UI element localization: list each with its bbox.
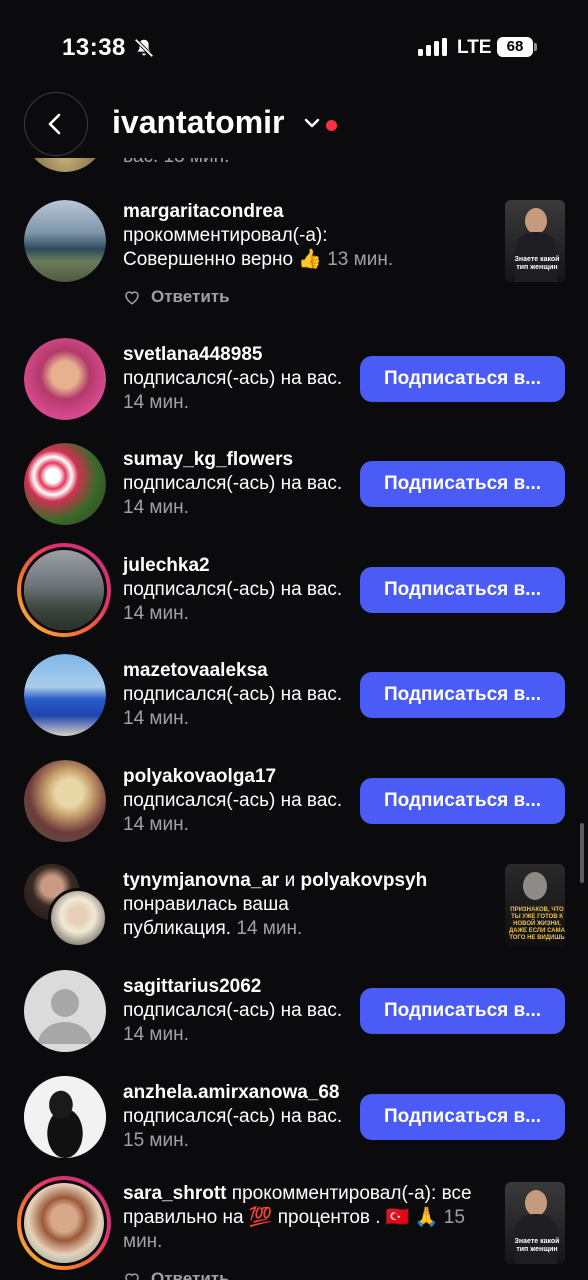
notification-text: julechka2 подписался(-ась) на вас. 14 ми… [123, 554, 348, 626]
avatar[interactable] [24, 158, 106, 172]
follow-back-button[interactable]: Подписаться в... [360, 1094, 565, 1140]
notification-text: sagittarius2062 подписался(-ась) на вас.… [123, 975, 348, 1047]
heart-icon[interactable] [123, 1270, 141, 1280]
follow-back-button[interactable]: Подписаться в... [360, 356, 565, 402]
notification-text: polyakovaolga17 подписался(-ась) на вас.… [123, 765, 348, 837]
post-thumbnail[interactable]: ПРИЗНАКОВ, ЧТО ТЫ УЖЕ ГОТОВ К НОВОЙ ЖИЗН… [505, 864, 565, 946]
time-ago: 14 мин. [236, 918, 303, 939]
network-type: LTE [457, 37, 492, 58]
avatar[interactable] [24, 970, 106, 1052]
thumb-caption: ПРИЗНАКОВ, ЧТО ТЫ УЖЕ ГОТОВ К НОВОЙ ЖИЗН… [509, 907, 565, 941]
post-thumbnail[interactable]: Знаете какой тип женщин [505, 200, 565, 282]
action-text: подписался(-ась) на вас. [123, 368, 343, 389]
notification-text: tynymjanovna_ar и polyakovpsyh понравила… [123, 869, 463, 941]
time-ago: 14 мин. [123, 603, 189, 624]
avatar[interactable] [24, 338, 106, 420]
notification-text: sumay_kg_flowers подписался(-ась) на вас… [123, 448, 348, 520]
reply-row[interactable]: Ответить [123, 1269, 230, 1280]
action-text: подписался(-ась) на вас. [123, 684, 343, 705]
reply-button[interactable]: Ответить [151, 1269, 230, 1280]
avatar[interactable] [24, 760, 106, 842]
follow-back-button[interactable]: Подписаться в... [360, 672, 565, 718]
notification-text: вас. 13 мин. [123, 158, 348, 169]
back-button[interactable] [24, 92, 88, 156]
status-bar: 13:38 LTE 68 [0, 0, 588, 92]
avatar[interactable] [24, 1076, 106, 1158]
action-text: подписался(-ась) на вас. [123, 579, 343, 600]
username[interactable]: polyakovaolga17 [123, 765, 348, 789]
username[interactable]: sara_shrott [123, 1183, 227, 1204]
follow-back-button[interactable]: Подписаться в... [360, 778, 565, 824]
thumb-caption: Знаете какой тип женщин [514, 1238, 560, 1253]
username[interactable]: tynymjanovna_ar [123, 870, 279, 891]
stacked-avatars[interactable] [24, 864, 108, 948]
username[interactable]: sagittarius2062 [123, 975, 348, 999]
comment-text: Совершенно верно 👍 [123, 249, 322, 270]
post-thumbnail[interactable]: Знаете какой тип женщин [505, 1182, 565, 1264]
time-ago: 15 мин. [123, 1130, 189, 1151]
username[interactable]: margaritacondrea [123, 201, 284, 222]
and-text: и [284, 870, 296, 891]
username[interactable]: sumay_kg_flowers [123, 448, 348, 472]
time-ago: 14 мин. [123, 497, 189, 518]
action-text: подписался(-ась) на вас. [123, 1000, 343, 1021]
time-ago: 13 мин. [327, 249, 394, 270]
battery-level: 68 [497, 37, 533, 57]
chevron-left-icon [48, 113, 61, 135]
reply-button[interactable]: Ответить [151, 287, 230, 307]
action-text: подписался(-ась) на вас. [123, 790, 343, 811]
time-ago: 14 мин. [123, 708, 189, 729]
account-title[interactable]: ivantatomir [112, 104, 284, 141]
avatar[interactable] [24, 654, 106, 736]
action-text: подписался(-ась) на вас. [123, 473, 343, 494]
follow-back-button[interactable]: Подписаться в... [360, 567, 565, 613]
signal-icon [418, 38, 447, 56]
muted-bell-icon [134, 38, 154, 58]
time-ago: 14 мин. [123, 1024, 189, 1045]
time-ago: 14 мин. [123, 392, 189, 413]
default-avatar-icon [38, 989, 92, 1044]
unread-dot [326, 120, 337, 131]
follow-back-button[interactable]: Подписаться в... [360, 988, 565, 1034]
notification-text: margaritacondrea прокомментировал(-а): С… [123, 200, 483, 272]
username[interactable]: anzhela.amirxanowa_68 [123, 1082, 340, 1103]
notification-text: mazetovaaleksa подписался(-ась) на вас. … [123, 659, 348, 731]
avatar[interactable] [48, 888, 108, 948]
avatar[interactable] [24, 443, 106, 525]
battery-icon: 68 [497, 37, 537, 57]
action-text: прокомментировал(-а): [123, 225, 328, 246]
notification-text: anzhela.amirxanowa_68 подписался(-ась) н… [123, 1081, 348, 1153]
notifications-list[interactable]: вас. 13 мин. margaritacondrea прокоммент… [0, 158, 588, 1280]
username[interactable]: julechka2 [123, 554, 348, 578]
scrollbar[interactable] [580, 823, 584, 883]
reply-row[interactable]: Ответить [123, 287, 230, 307]
partial-text: вас. 13 мин. [123, 158, 229, 167]
follow-back-button[interactable]: Подписаться в... [360, 461, 565, 507]
notification-text: sara_shrott прокомментировал(-а): все пр… [123, 1182, 488, 1254]
thumb-caption: Знаете какой тип женщин [514, 256, 560, 271]
chevron-down-icon[interactable] [303, 114, 321, 132]
username[interactable]: svetlana448985 [123, 343, 348, 367]
avatar-with-story[interactable] [17, 1176, 111, 1270]
notification-text: svetlana448985 подписался(-ась) на вас. … [123, 343, 348, 415]
username[interactable]: polyakovpsyh [300, 870, 427, 891]
avatar[interactable] [24, 200, 106, 282]
username[interactable]: mazetovaaleksa [123, 659, 348, 683]
action-text: прокомментировал(-а): [231, 1183, 437, 1204]
header: ivantatomir [0, 92, 588, 158]
heart-icon[interactable] [123, 288, 141, 306]
time-ago: 14 мин. [123, 814, 189, 835]
status-time: 13:38 [62, 34, 126, 61]
avatar-with-story[interactable] [17, 543, 111, 637]
action-text: подписался(-ась) на вас. [123, 1106, 343, 1127]
